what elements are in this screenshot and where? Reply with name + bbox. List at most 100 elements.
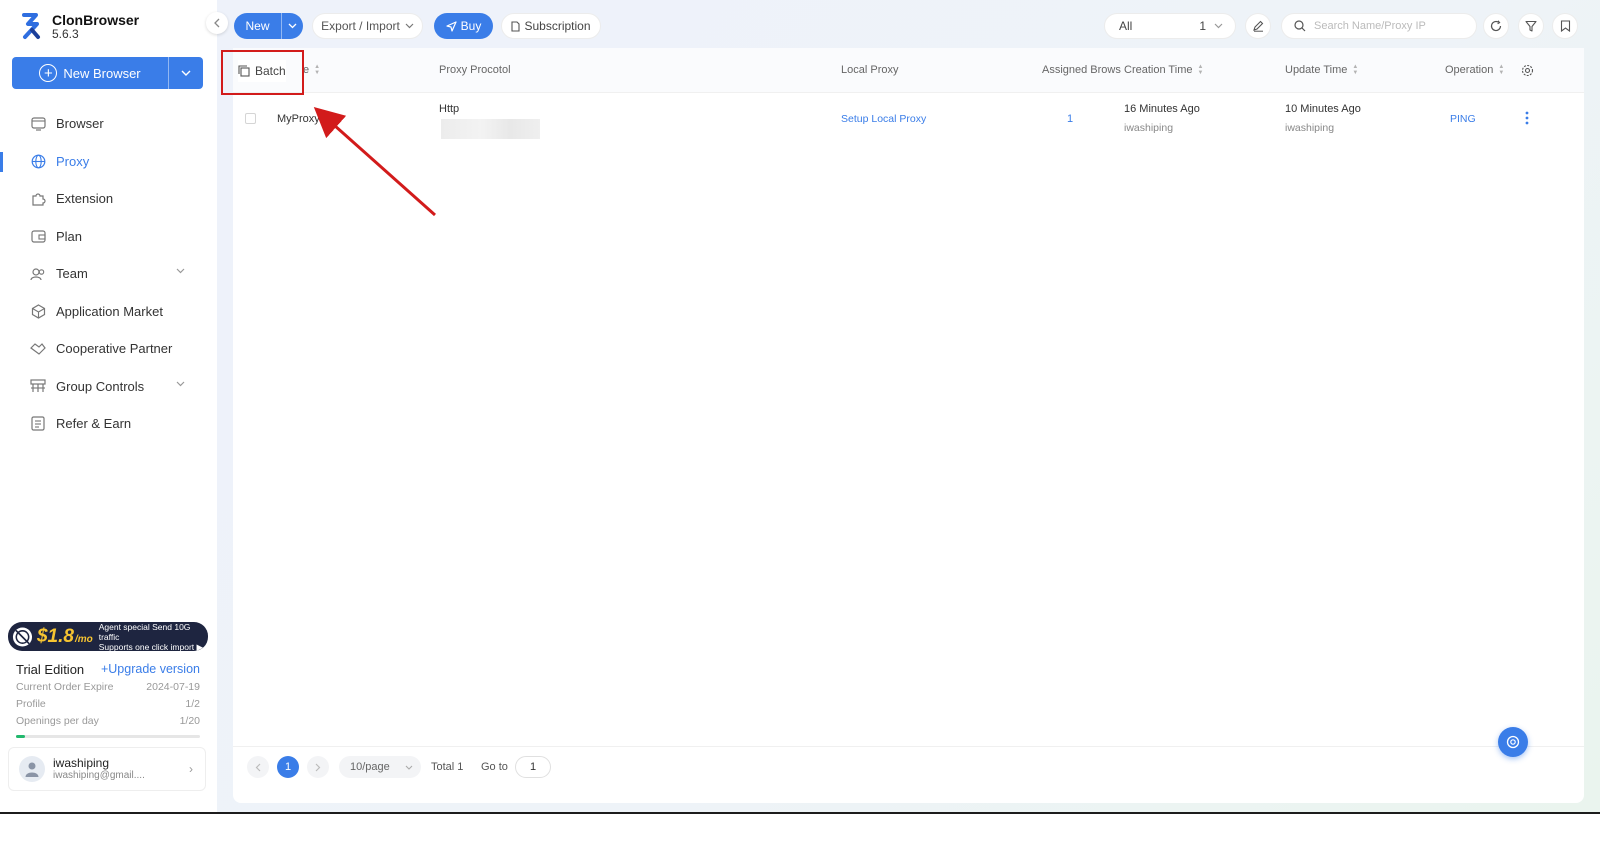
chevron-right-icon: › [189, 762, 193, 776]
user-card[interactable]: iwashiping iwashiping@gmail.... › [8, 747, 206, 791]
chevron-down-icon [405, 765, 413, 770]
setup-local-proxy-link[interactable]: Setup Local Proxy [841, 113, 926, 125]
goto-page-input[interactable]: 1 [515, 756, 551, 778]
group-filter-select[interactable]: All 1 [1104, 13, 1236, 39]
ping-button[interactable]: PING [1450, 113, 1476, 125]
pagination: 1 10/page Total 1 Go to 1 [233, 746, 1584, 804]
goto-label: Go to [481, 761, 508, 773]
user-name: iwashiping [53, 756, 110, 770]
new-button-label[interactable]: New [234, 13, 282, 39]
bookmark-icon [1560, 20, 1570, 32]
sort-icon: ▲ ▼ [1197, 64, 1204, 76]
sidebar-item-cooperative-partner[interactable]: Cooperative Partner [0, 330, 217, 368]
header-assigned-label: Assigned Brows [1042, 64, 1121, 76]
avatar [19, 756, 45, 782]
export-import-button[interactable]: Export / Import [312, 13, 423, 39]
edition-row-label: Current Order Expire [16, 680, 114, 693]
new-dropdown-button[interactable] [282, 23, 303, 29]
chevron-left-icon [255, 763, 261, 771]
edition-row-value: 2024-07-19 [146, 680, 200, 693]
search-input[interactable]: Search Name/Proxy IP [1281, 13, 1477, 39]
sidebar-item-browser[interactable]: Browser [0, 105, 217, 143]
edit-button[interactable] [1245, 13, 1271, 39]
buy-label: Buy [460, 19, 482, 33]
header-protocol: Proxy Procotol [439, 48, 511, 92]
search-placeholder: Search Name/Proxy IP [1314, 20, 1426, 32]
header-operation[interactable]: Operation ▲ ▼ [1445, 48, 1504, 92]
prev-page-button[interactable] [247, 756, 269, 778]
upgrade-link[interactable]: +Upgrade version [101, 662, 200, 676]
next-page-button[interactable] [307, 756, 329, 778]
sidebar-item-label: Group Controls [56, 378, 145, 394]
bookmark-button[interactable] [1552, 13, 1578, 39]
promo-line-1: Agent special Send 10G traffic [98, 622, 191, 642]
sidebar-nav: Browser Proxy Extension Plan Team Applic… [0, 105, 217, 443]
chevron-down-icon [405, 23, 414, 29]
header-update-label: Update Time [1285, 64, 1348, 76]
refresh-button[interactable] [1483, 13, 1509, 39]
page-number-current[interactable]: 1 [277, 756, 299, 778]
new-browser-button[interactable]: + New Browser [12, 57, 203, 89]
table-row[interactable]: MyProxy Http Setup Local Proxy 1 16 Minu… [233, 92, 1584, 148]
header-update-time[interactable]: Update Time ▲ ▼ [1285, 48, 1358, 92]
header-creation-label: Creation Time [1124, 64, 1193, 76]
chevron-down-icon [288, 23, 297, 29]
update-time: 10 Minutes Ago [1285, 103, 1361, 115]
buy-button[interactable]: Buy [434, 13, 493, 39]
app-name: ClonBrowser [52, 12, 140, 28]
promo-unit: /mo [74, 634, 93, 645]
sidebar-item-group-controls[interactable]: Group Controls [0, 368, 217, 406]
table-header: Batch e ▲ ▼ Proxy Procotol Local Proxy As… [233, 48, 1584, 93]
total-count: Total 1 [431, 761, 464, 773]
sidebar-item-label: Browser [56, 116, 104, 132]
header-creation-time[interactable]: Creation Time ▲ ▼ [1124, 48, 1203, 92]
app-version: 5.6.3 [52, 27, 79, 41]
promo-text: Agent special Send 10G traffic Supports … [99, 622, 208, 651]
page-size-value: 10/page [350, 761, 390, 773]
edition-panel: Trial Edition +Upgrade version Current O… [16, 660, 200, 738]
edition-title: Trial Edition [16, 661, 85, 677]
new-browser-dropdown[interactable] [169, 70, 203, 76]
proxy-table-card: Batch e ▲ ▼ Proxy Procotol Local Proxy As… [221, 48, 1584, 804]
sidebar-item-plan[interactable]: Plan [0, 218, 217, 256]
filter-button[interactable] [1518, 13, 1544, 39]
globe-badge-icon [12, 626, 33, 647]
promo-price: $1.8 [36, 625, 74, 647]
sidebar-item-proxy[interactable]: Proxy [0, 143, 217, 181]
proxy-name: MyProxy [277, 113, 320, 125]
support-chat-button[interactable] [1498, 727, 1528, 757]
usage-progress-bar [16, 735, 200, 738]
edition-row-profile: Profile 1/2 [16, 695, 200, 712]
sidebar-item-application-market[interactable]: Application Market [0, 293, 217, 331]
more-actions-button[interactable] [1525, 111, 1529, 128]
new-button[interactable]: New [234, 13, 303, 39]
batch-button[interactable]: Batch [238, 60, 286, 82]
column-settings-button[interactable] [1521, 48, 1534, 92]
handshake-icon [30, 341, 46, 357]
edition-row-openings: Openings per day 1/20 [16, 712, 200, 729]
sort-icon: ▲ ▼ [1352, 64, 1359, 76]
edition-row-value: 1/20 [179, 714, 200, 727]
toolbar: New Export / Import Buy Subscription All… [217, 0, 1600, 50]
new-browser-main[interactable]: + New Browser [12, 57, 169, 89]
edition-row-label: Openings per day [16, 714, 99, 727]
sidebar-item-label: Extension [56, 191, 114, 207]
usage-progress-fill [16, 735, 26, 738]
more-vertical-icon [1525, 111, 1529, 125]
header-local-proxy-label: Local Proxy [841, 64, 899, 76]
document-icon [511, 20, 521, 32]
header-name[interactable]: e ▲ ▼ [303, 48, 320, 92]
header-operation-label: Operation [1445, 64, 1494, 76]
page-size-select[interactable]: 10/page [339, 756, 421, 778]
cube-icon [30, 303, 46, 319]
sidebar-item-extension[interactable]: Extension [0, 180, 217, 218]
collapse-sidebar-button[interactable] [206, 12, 228, 34]
subscription-button[interactable]: Subscription [501, 13, 601, 39]
row-checkbox[interactable] [245, 113, 256, 124]
filter-icon [1525, 20, 1537, 32]
sidebar-item-team[interactable]: Team [0, 255, 217, 293]
pencil-icon [1253, 20, 1264, 32]
assigned-browsers-count[interactable]: 1 [1067, 113, 1073, 125]
sidebar-item-refer-earn[interactable]: Refer & Earn [0, 405, 217, 443]
promo-banner[interactable]: $1.8 /mo Agent special Send 10G traffic … [8, 622, 208, 651]
